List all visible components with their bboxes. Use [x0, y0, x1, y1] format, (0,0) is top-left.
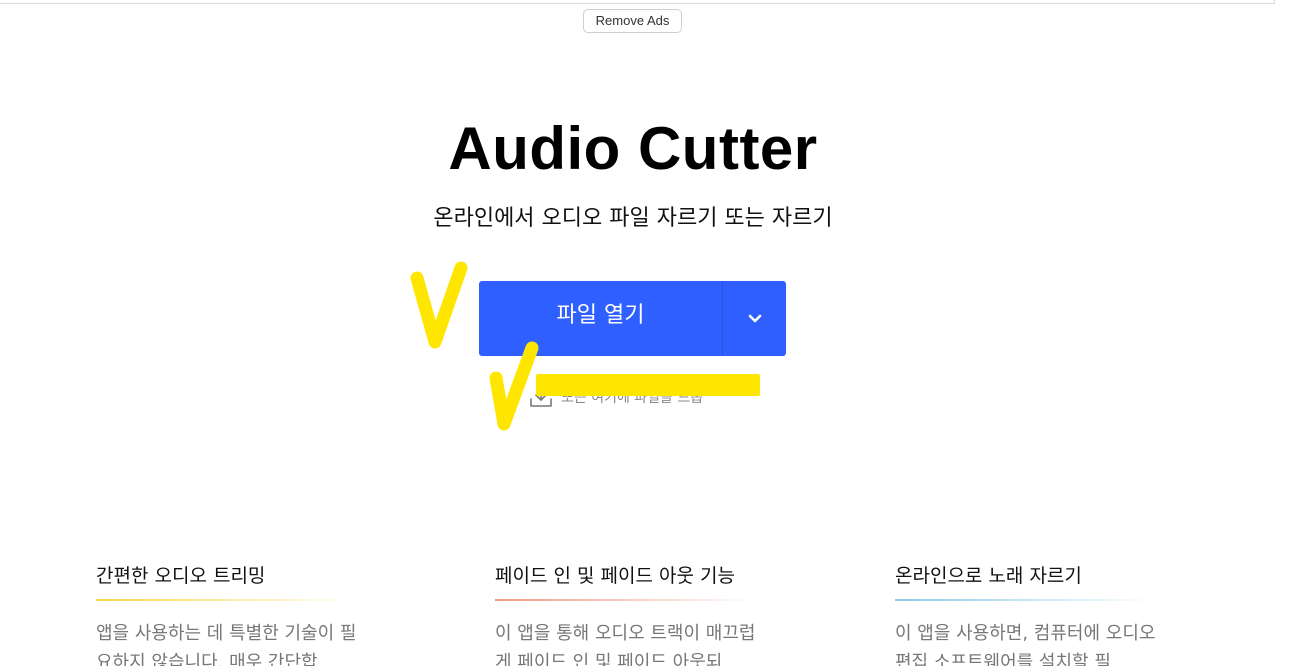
drop-hint-text: 또는 여기에 파일을 드롭: [561, 390, 704, 406]
page-subtitle: 온라인에서 오디오 파일 자르기 또는 자르기: [433, 206, 833, 231]
yellow-checkmark-annotation: [410, 261, 468, 349]
top-ad-frame: [0, 0, 1275, 4]
feature-title: 온라인으로 노래 자르기: [895, 565, 1082, 587]
page-title: Audio Cutter: [448, 115, 818, 182]
open-file-button-group: 파일 열기: [479, 281, 786, 356]
feature-text: 이 앱을 통해 오디오 트랙이 매끄럽게 페이드 인 및 페이드 아웃되: [495, 623, 756, 666]
feature-online-cut: 온라인으로 노래 자르기 이 앱을 사용하면, 컴퓨터에 오디오 편집 소프트웨…: [895, 560, 1165, 666]
open-file-dropdown-button[interactable]: [723, 281, 786, 356]
drop-zone-hint[interactable]: 또는 여기에 파일을 드롭: [529, 384, 703, 410]
feature-accent-rule: [895, 599, 1155, 601]
download-icon: [530, 386, 552, 407]
feature-fade: 페이드 인 및 페이드 아웃 기능 이 앱을 통해 오디오 트랙이 매끄럽게 페…: [495, 560, 765, 666]
feature-text: 앱을 사용하는 데 특별한 기술이 필요하지 않습니다. 매우 간단합: [96, 623, 357, 666]
feature-list: 간편한 오디오 트리밍 앱을 사용하는 데 특별한 기술이 필요하지 않습니다.…: [0, 560, 1306, 666]
remove-ads-button[interactable]: Remove Ads: [583, 9, 682, 33]
audio-cutter-page: Remove Ads Audio Cutter 온라인에서 오디오 파일 자르기…: [0, 0, 1306, 666]
open-file-button[interactable]: 파일 열기: [479, 281, 723, 356]
chevron-down-icon: [748, 314, 761, 322]
feature-accent-rule: [495, 599, 755, 601]
feature-accent-rule: [96, 599, 356, 601]
feature-easy-trimming: 간편한 오디오 트리밍 앱을 사용하는 데 특별한 기술이 필요하지 않습니다.…: [96, 560, 366, 666]
feature-title: 페이드 인 및 페이드 아웃 기능: [495, 565, 735, 587]
feature-text: 이 앱을 사용하면, 컴퓨터에 오디오 편집 소프트웨어를 설치할 필: [895, 623, 1156, 666]
feature-title: 간편한 오디오 트리밍: [96, 565, 266, 587]
